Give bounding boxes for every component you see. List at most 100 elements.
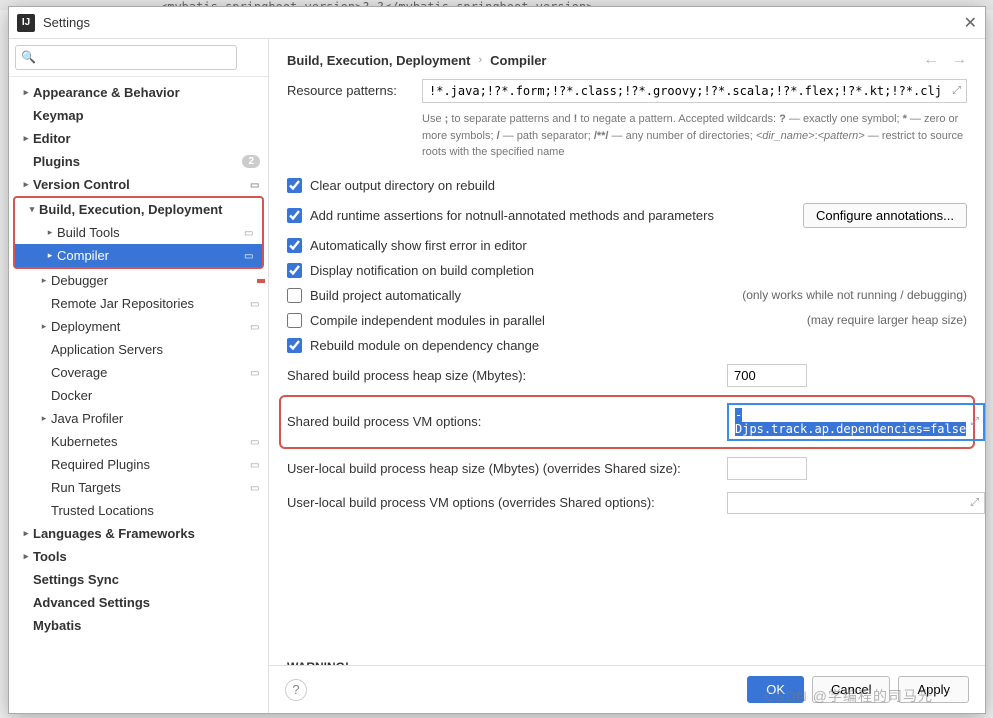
sidebar-item-tools[interactable]: ▸Tools xyxy=(9,545,268,568)
sidebar-item-label: Debugger xyxy=(51,273,260,288)
checkbox-1[interactable] xyxy=(287,208,302,223)
sidebar-item-docker[interactable]: Docker xyxy=(9,384,268,407)
sidebar-item-label: Java Profiler xyxy=(51,411,260,426)
sidebar-item-build-execution-deployment[interactable]: ▾Build, Execution, Deployment xyxy=(15,198,262,221)
sidebar-item-application-servers[interactable]: Application Servers xyxy=(9,338,268,361)
sidebar-item-run-targets[interactable]: Run Targets ▭ xyxy=(9,476,268,499)
chevron-right-icon: › xyxy=(478,54,482,66)
sidebar-item-editor[interactable]: ▸Editor xyxy=(9,127,268,150)
help-icon[interactable]: ? xyxy=(285,679,307,701)
sidebar-item-label: Run Targets xyxy=(51,480,246,495)
sidebar-item-advanced-settings[interactable]: Advanced Settings xyxy=(9,591,268,614)
checkbox-5[interactable] xyxy=(287,313,302,328)
resource-patterns-input[interactable] xyxy=(422,79,967,103)
sidebar-item-label: Settings Sync xyxy=(33,572,260,587)
checkbox-hint: (may require larger heap size) xyxy=(807,313,967,327)
content-pane: Build, Execution, Deployment › Compiler … xyxy=(269,39,985,713)
sidebar-item-trusted-locations[interactable]: Trusted Locations xyxy=(9,499,268,522)
ok-button[interactable]: OK xyxy=(747,676,804,703)
sidebar-item-coverage[interactable]: Coverage ▭ xyxy=(9,361,268,384)
sidebar-item-keymap[interactable]: Keymap xyxy=(9,104,268,127)
user-heap-label: User-local build process heap size (Mbyt… xyxy=(287,461,727,476)
checkbox-row: Automatically show first error in editor xyxy=(287,233,967,258)
sidebar-item-required-plugins[interactable]: Required Plugins ▭ xyxy=(9,453,268,476)
user-vm-label: User-local build process VM options (ove… xyxy=(287,495,727,510)
sidebar-item-languages-frameworks[interactable]: ▸Languages & Frameworks xyxy=(9,522,268,545)
resource-patterns-label: Resource patterns: xyxy=(287,79,422,98)
sidebar-item-mybatis[interactable]: Mybatis xyxy=(9,614,268,637)
heap-size-input[interactable] xyxy=(727,364,807,387)
nav-back-icon[interactable]: ← xyxy=(923,51,939,69)
sidebar: 🔍 ▸Appearance & BehaviorKeymap▸EditorPlu… xyxy=(9,39,269,713)
user-heap-input[interactable] xyxy=(727,457,807,480)
sidebar-item-label: Remote Jar Repositories xyxy=(51,296,246,311)
chevron-right-icon: ▸ xyxy=(43,227,57,238)
user-vm-input[interactable] xyxy=(727,492,985,514)
chevron-down-icon: ▾ xyxy=(25,204,39,215)
sidebar-item-label: Build, Execution, Deployment xyxy=(39,202,254,217)
sidebar-item-plugins[interactable]: Plugins2 xyxy=(9,150,268,173)
window-title: Settings xyxy=(43,15,90,30)
checkbox-6[interactable] xyxy=(287,338,302,353)
sidebar-item-label: Mybatis xyxy=(33,618,260,633)
sidebar-item-version-control[interactable]: ▸Version Control▭ xyxy=(9,173,268,196)
chevron-right-icon: ▸ xyxy=(19,528,33,539)
sidebar-item-remote-jar-repositories[interactable]: Remote Jar Repositories▭ xyxy=(9,292,268,315)
close-icon[interactable]: ✕ xyxy=(964,13,977,33)
chevron-right-icon: ▸ xyxy=(19,179,33,190)
configure-annotations-button[interactable]: Configure annotations... xyxy=(803,203,967,228)
sidebar-item-settings-sync[interactable]: Settings Sync xyxy=(9,568,268,591)
sidebar-item-label: Trusted Locations xyxy=(51,503,260,518)
settings-dialog: IJ Settings ✕ 🔍 ▸Appearance & BehaviorKe… xyxy=(8,6,986,714)
sidebar-item-debugger[interactable]: ▸Debugger xyxy=(9,269,268,292)
expand-icon[interactable]: ⤢ xyxy=(970,415,979,428)
checkbox-row: Compile independent modules in parallel (… xyxy=(287,308,967,333)
checkbox-row: Rebuild module on dependency change xyxy=(287,333,967,358)
sidebar-item-compiler[interactable]: ▸Compiler▭ xyxy=(15,244,262,267)
sidebar-item-kubernetes[interactable]: Kubernetes▭ xyxy=(9,430,268,453)
checkbox-row: Clear output directory on rebuild xyxy=(287,173,967,198)
sidebar-item-label: Version Control xyxy=(33,177,246,192)
checkbox-label: Rebuild module on dependency change xyxy=(310,338,539,353)
vm-options-highlight: Shared build process VM options: -Djps.t… xyxy=(279,395,975,449)
project-scope-icon: ▭ xyxy=(250,460,260,470)
breadcrumb-seg[interactable]: Build, Execution, Deployment xyxy=(287,53,470,68)
checkbox-label: Add runtime assertions for notnull-annot… xyxy=(310,208,714,223)
expand-icon[interactable]: ⤢ xyxy=(952,85,961,98)
search-bar: 🔍 xyxy=(9,39,268,77)
sidebar-item-label: Docker xyxy=(51,388,260,403)
expand-icon[interactable]: ⤢ xyxy=(970,496,979,509)
breadcrumb: Build, Execution, Deployment › Compiler … xyxy=(269,39,985,79)
sidebar-item-label: Required Plugins xyxy=(51,457,246,472)
project-scope-icon: ▭ xyxy=(250,437,260,447)
vm-options-input[interactable]: -Djps.track.ap.dependencies=false xyxy=(727,403,985,441)
sidebar-item-java-profiler[interactable]: ▸Java Profiler xyxy=(9,407,268,430)
checkbox-label: Display notification on build completion xyxy=(310,263,534,278)
sidebar-item-build-tools[interactable]: ▸Build Tools▭ xyxy=(15,221,262,244)
breadcrumb-seg: Compiler xyxy=(490,53,546,68)
checkbox-4[interactable] xyxy=(287,288,302,303)
app-icon: IJ xyxy=(17,14,35,32)
search-icon: 🔍 xyxy=(21,50,36,64)
chevron-right-icon: ▸ xyxy=(19,551,33,562)
checkbox-0[interactable] xyxy=(287,178,302,193)
checkbox-3[interactable] xyxy=(287,263,302,278)
search-input[interactable] xyxy=(15,45,237,70)
resource-patterns-hint: Use ; to separate patterns and ! to nega… xyxy=(422,111,967,161)
titlebar: IJ Settings ✕ xyxy=(9,7,985,39)
cancel-button[interactable]: Cancel xyxy=(812,676,890,703)
apply-button[interactable]: Apply xyxy=(898,676,969,703)
checkbox-label: Compile independent modules in parallel xyxy=(310,313,545,328)
sidebar-item-deployment[interactable]: ▸Deployment▭ xyxy=(9,315,268,338)
project-scope-icon: ▭ xyxy=(250,483,260,493)
chevron-right-icon: ▸ xyxy=(37,413,51,424)
nav-forward-icon[interactable]: → xyxy=(951,51,967,69)
project-scope-icon: ▭ xyxy=(250,368,260,378)
checkbox-2[interactable] xyxy=(287,238,302,253)
sidebar-item-appearance-behavior[interactable]: ▸Appearance & Behavior xyxy=(9,81,268,104)
sidebar-item-label: Tools xyxy=(33,549,260,564)
chevron-right-icon: ▸ xyxy=(43,250,57,261)
sidebar-item-label: Editor xyxy=(33,131,260,146)
chevron-right-icon: ▸ xyxy=(19,87,33,98)
sidebar-item-label: Coverage xyxy=(51,365,246,380)
